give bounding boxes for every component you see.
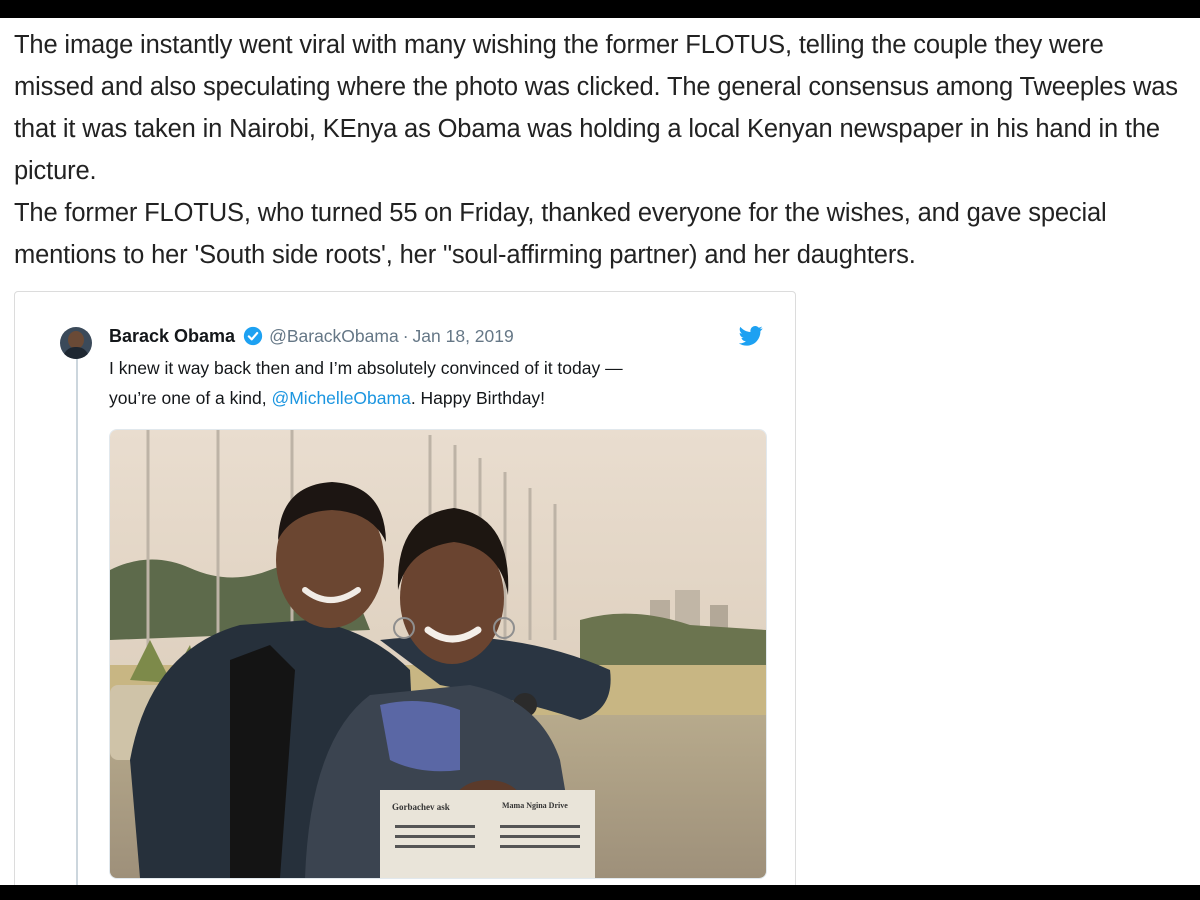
tweet-text-line: I knew it way back then and I’m absolute… [109,358,623,378]
top-border [0,0,1200,18]
bottom-border [0,885,1200,900]
thread-line [76,355,78,895]
twitter-bird-icon[interactable] [739,326,763,346]
article-paragraph: The former FLOTUS, who turned 55 on Frid… [14,199,1107,269]
tweet-date[interactable]: Jan 18, 2019 [413,326,514,347]
verified-badge-icon [243,326,263,346]
avatar[interactable] [60,327,92,359]
newspaper-headline-right: Mama Ngina Drive [502,801,568,810]
tweet-text: I knew it way back then and I’m absolute… [109,353,759,413]
author-handle[interactable]: @BarackObama [269,326,399,347]
author-name[interactable]: Barack Obama [109,326,235,347]
tweet-header: Barack Obama @BarackObama · Jan 18, 2019 [109,322,514,350]
embedded-tweet[interactable]: Barack Obama @BarackObama · Jan 18, 2019… [14,291,796,895]
separator-dot: · [402,325,409,346]
newspaper-headline-left: Gorbachev ask [392,802,450,812]
article-body: The image instantly went viral with many… [14,24,1184,276]
tweet-photo[interactable]: Gorbachev ask Mama Ngina Drive [109,429,767,879]
article-paragraph: The image instantly went viral with many… [14,31,1178,185]
couple-photo: Gorbachev ask Mama Ngina Drive [110,430,766,878]
tweet-text-line: you’re one of a kind, @MichelleObama. Ha… [109,388,546,408]
mention-link[interactable]: @MichelleObama [271,388,410,408]
